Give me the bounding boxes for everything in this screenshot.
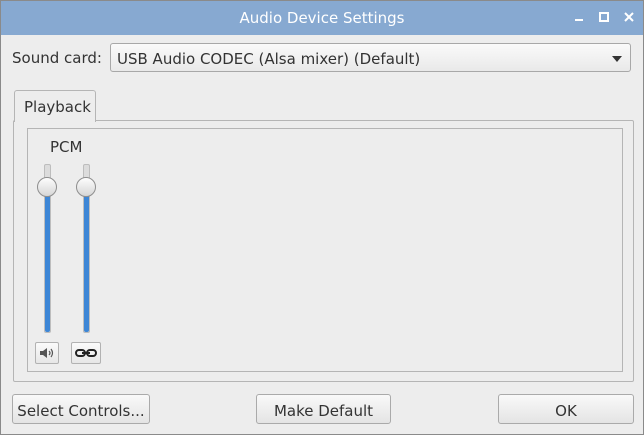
audio-settings-window: Audio Device Settings Sound card: USB Au… [0,0,644,435]
link-icon [75,349,97,357]
close-icon[interactable] [620,8,638,26]
make-default-label: Make Default [273,402,374,420]
pcm-left-level [45,187,50,332]
select-controls-button[interactable]: Select Controls... [12,394,150,424]
tab-playback-label: Playback [24,98,91,116]
sound-card-value: USB Audio CODEC (Alsa mixer) (Default) [117,50,421,68]
make-default-button[interactable]: Make Default [256,394,391,424]
window-title: Audio Device Settings [239,9,405,27]
link-channels-toggle[interactable] [71,342,101,364]
ok-button[interactable]: OK [498,394,634,424]
sound-card-select[interactable]: USB Audio CODEC (Alsa mixer) (Default) [110,43,631,72]
pcm-channel-label: PCM [50,138,83,156]
pcm-right-slider-handle[interactable] [76,177,96,197]
speaker-icon [40,348,54,358]
sound-card-label: Sound card: [12,49,102,67]
pcm-left-slider-handle[interactable] [37,177,57,197]
select-controls-label: Select Controls... [17,402,145,420]
minimize-icon[interactable] [570,8,588,26]
ok-label: OK [555,402,577,420]
pcm-right-level [84,187,89,332]
title-bar[interactable]: Audio Device Settings [1,1,643,35]
tab-playback[interactable]: Playback [14,90,96,122]
maximize-icon[interactable] [595,8,613,26]
mixer-frame [27,128,623,372]
dropdown-arrow-icon [612,56,622,62]
mute-toggle-button[interactable] [35,342,59,364]
